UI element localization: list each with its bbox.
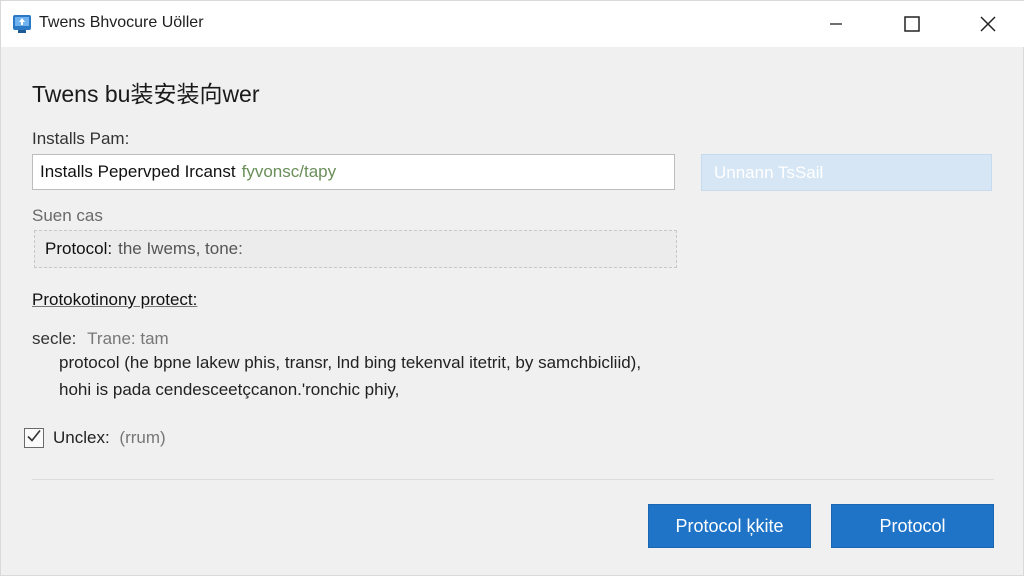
source-field[interactable]: Protocol: the Iwems, tone: xyxy=(34,230,677,268)
option-checkbox-row[interactable]: Unclex: (rrum) xyxy=(24,426,166,450)
primary-action-button[interactable]: Protocol xyxy=(831,504,994,548)
description-key: secle: xyxy=(32,329,77,348)
page-heading: Twens bu装安装向wer xyxy=(32,81,260,107)
option-checkbox-text: Unclex: xyxy=(53,428,110,447)
description-line-2: hohi is pada cendesceetçcanon.'ronchic p… xyxy=(59,380,400,399)
secondary-action-label: Protocol ķkite xyxy=(675,515,784,536)
install-path-input[interactable]: Installs Pepervped Ircanst fyvonsc/tapy xyxy=(32,154,675,190)
section-title: Protokotinony protect: xyxy=(32,290,198,309)
primary-action-label: Protocol xyxy=(879,515,946,536)
secondary-action-button[interactable]: Protocol ķkite xyxy=(648,504,811,548)
footer-divider xyxy=(32,479,994,480)
checkmark-icon xyxy=(26,428,42,449)
option-checkbox-label: Unclex: (rrum) xyxy=(53,428,166,448)
title-bar[interactable]: Twens Bhvocure Uöller xyxy=(1,1,1024,47)
browse-button[interactable]: Unnann TsSail xyxy=(701,154,992,191)
source-value: the Iwems, tone: xyxy=(118,239,243,258)
browse-button-label: Unnann TsSail xyxy=(714,162,824,182)
source-key: Protocol: xyxy=(45,239,113,258)
maximize-button[interactable] xyxy=(883,1,941,47)
description-header: secle: Trane: tam xyxy=(32,329,169,349)
window-title: Twens Bhvocure Uöller xyxy=(39,14,204,31)
maximize-icon xyxy=(904,16,920,32)
minimize-icon xyxy=(829,17,843,31)
option-checkbox[interactable] xyxy=(24,428,44,448)
install-path-value: Installs Pepervped Ircanst xyxy=(40,162,236,181)
installer-app-icon xyxy=(12,14,32,34)
description-line-1: protocol (he bpne lakew phis, transr, ln… xyxy=(59,353,642,372)
minimize-button[interactable] xyxy=(807,1,865,47)
option-checkbox-hint: (rrum) xyxy=(119,428,166,447)
close-button[interactable] xyxy=(959,1,1017,47)
install-path-hint: fyvonsc/tapy xyxy=(241,162,337,181)
install-path-label: Installs Pam: xyxy=(32,129,130,148)
installer-window: Twens Bhvocure Uöller Twens bu装安装向wer In… xyxy=(0,0,1024,576)
description-key-value: Trane: tam xyxy=(87,329,169,348)
source-label: Suen cas xyxy=(32,206,103,225)
close-icon xyxy=(980,16,996,32)
